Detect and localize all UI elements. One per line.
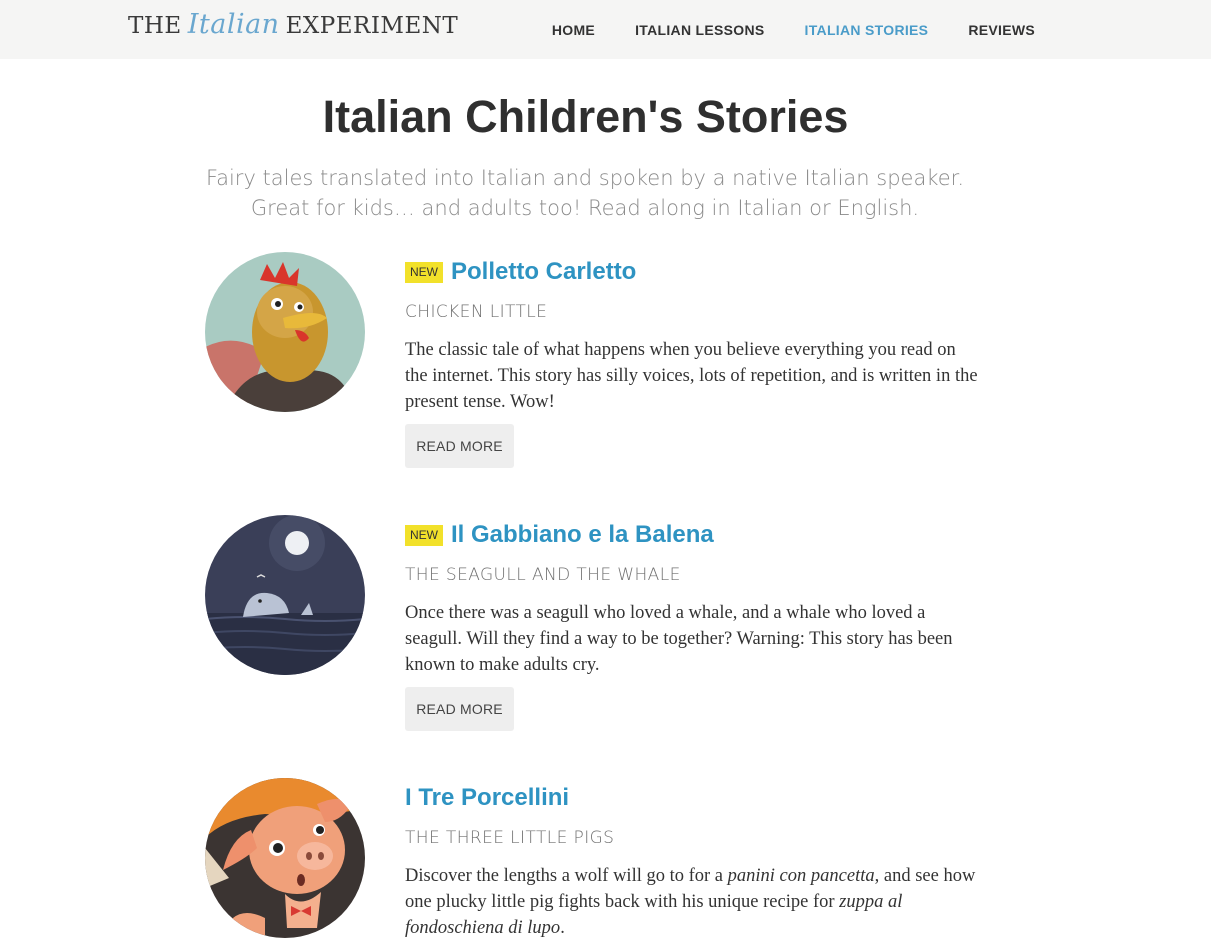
story-description: Discover the lengths a wolf will go to f… <box>405 866 976 938</box>
chicken-illustration-icon[interactable] <box>205 252 365 412</box>
new-badge: NEW <box>405 261 443 283</box>
story-body: I Tre Porcellini THE THREE LITTLE PIGS D… <box>405 778 980 941</box>
nav-italian-stories[interactable]: ITALIAN STORIES <box>805 22 929 38</box>
story-english-title: THE SEAGULL AND THE WHALE <box>405 565 681 585</box>
nav-home[interactable]: HOME <box>552 22 595 38</box>
nav-reviews[interactable]: REVIEWS <box>968 22 1035 38</box>
pig-illustration-icon[interactable] <box>205 778 365 938</box>
site-header: THE Italian EXPERIMENT HOME ITALIAN LESS… <box>0 0 1211 59</box>
whale-moon-illustration-icon[interactable] <box>205 515 365 675</box>
main-nav: HOME ITALIAN LESSONS ITALIAN STORIES REV… <box>512 0 1035 59</box>
nav-italian-lessons[interactable]: ITALIAN LESSONS <box>635 22 764 38</box>
site-logo[interactable]: THE Italian EXPERIMENT <box>128 9 458 45</box>
logo-the: THE <box>128 13 182 39</box>
story-title-link[interactable]: Polletto Carletto <box>451 258 636 286</box>
story-body: NEW Polletto Carletto CHICKEN LITTLE The… <box>405 252 980 468</box>
story-english-title: CHICKEN LITTLE <box>405 302 548 322</box>
story-english-title: THE THREE LITTLE PIGS <box>405 828 615 848</box>
story-title-link[interactable]: I Tre Porcellini <box>405 784 569 812</box>
read-more-button[interactable]: READ MORE <box>405 687 514 731</box>
story-description: Once there was a seagull who loved a wha… <box>405 603 953 675</box>
story-body: NEW Il Gabbiano e la Balena THE SEAGULL … <box>405 515 980 731</box>
page-subtitle: Fairy tales translated into Italian and … <box>205 166 965 220</box>
new-badge: NEW <box>405 524 443 546</box>
logo-italian: Italian <box>187 9 280 40</box>
logo-experiment: EXPERIMENT <box>285 13 459 39</box>
story-title-link[interactable]: Il Gabbiano e la Balena <box>451 521 714 549</box>
read-more-button[interactable]: READ MORE <box>405 424 514 468</box>
page-title: Italian Children's Stories <box>322 91 849 142</box>
story-description: The classic tale of what happens when yo… <box>405 340 978 412</box>
